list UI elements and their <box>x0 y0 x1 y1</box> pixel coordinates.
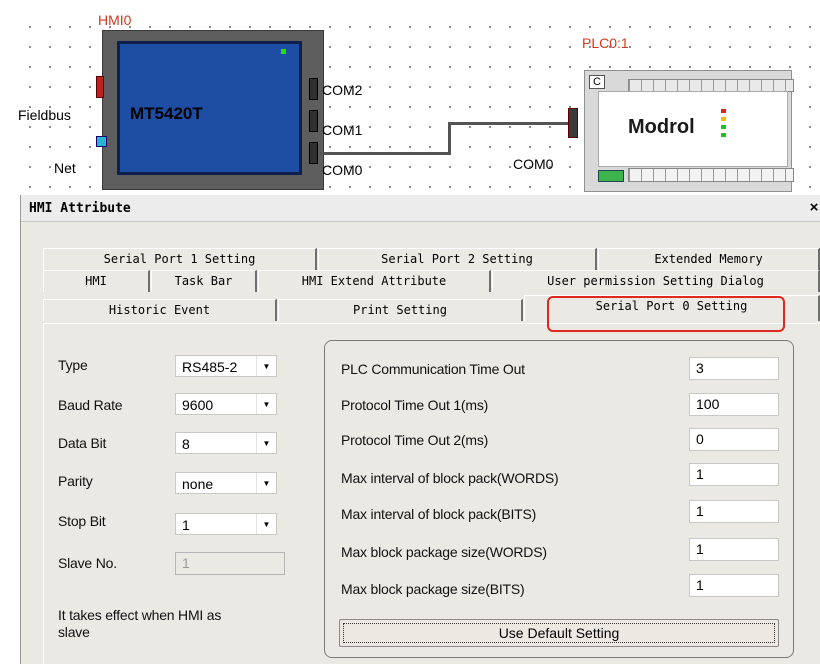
focus-rect <box>343 623 775 643</box>
design-canvas[interactable]: HMI0 MT5420T Fieldbus Net COM2 COM1 COM0… <box>16 12 820 194</box>
baud-rate-select[interactable]: 9600 ▼ <box>175 393 277 415</box>
chevron-down-icon[interactable]: ▼ <box>256 514 276 534</box>
com0-label: COM0 <box>322 162 363 178</box>
stop-bit-value: 1 <box>182 517 190 533</box>
slave-note-line1: It takes effect when HMI as <box>58 607 222 623</box>
data-bit-select[interactable]: 8 ▼ <box>175 432 277 454</box>
hmi-attribute-dialog: HMI Attribute × Serial Port 1 Setting Se… <box>20 195 820 664</box>
protocol-timeout-1-field[interactable]: 100 <box>689 393 779 416</box>
parity-select[interactable]: none ▼ <box>175 472 277 494</box>
slave-no-field: 1 <box>175 552 285 575</box>
tab-row: HMI Task Bar HMI Extend Attribute User p… <box>43 270 820 292</box>
tab-task-bar[interactable]: Task Bar <box>151 270 257 292</box>
chevron-down-icon[interactable]: ▼ <box>256 356 276 376</box>
hmi-name-label: HMI0 <box>98 12 132 28</box>
hmi-model-label: MT5420T <box>130 104 203 123</box>
plc-com-port-icon[interactable] <box>568 108 578 138</box>
parity-value: none <box>182 476 214 492</box>
close-icon[interactable]: × <box>807 200 820 216</box>
cable-segment <box>448 124 451 155</box>
type-label: Type <box>58 357 88 373</box>
block-interval-bits-field[interactable]: 1 <box>689 500 779 523</box>
plc-led-icon <box>721 109 726 113</box>
block-size-words-label: Max block package size(WORDS) <box>341 544 547 560</box>
fieldbus-port-icon[interactable] <box>96 76 104 98</box>
tab-serial-port-2[interactable]: Serial Port 2 Setting <box>318 248 597 270</box>
stop-bit-label: Stop Bit <box>58 513 106 529</box>
hmi-status-led <box>281 49 286 54</box>
plc-led-icon <box>721 133 726 137</box>
chevron-down-icon[interactable]: ▼ <box>256 433 276 453</box>
plc-led-icon <box>721 125 726 129</box>
type-select[interactable]: RS485-2 ▼ <box>175 355 277 377</box>
tab-hmi[interactable]: HMI <box>43 270 150 292</box>
protocol-timeout-2-field[interactable]: 0 <box>689 428 779 451</box>
com0-port-icon[interactable] <box>309 142 318 164</box>
tab-serial-port-1[interactable]: Serial Port 1 Setting <box>43 248 317 270</box>
block-interval-words-label: Max interval of block pack(WORDS) <box>341 470 559 486</box>
plc-timeout-label: PLC Communication Time Out <box>341 361 525 377</box>
plc-connector-icon <box>598 170 624 182</box>
block-size-bits-field[interactable]: 1 <box>689 574 779 597</box>
stop-bit-select[interactable]: 1 ▼ <box>175 513 277 535</box>
block-size-words-field[interactable]: 1 <box>689 538 779 561</box>
tab-historic-event[interactable]: Historic Event <box>43 299 277 321</box>
data-bit-label: Data Bit <box>58 435 107 451</box>
tab-hmi-extend-attribute[interactable]: HMI Extend Attribute <box>258 270 491 292</box>
net-port-icon[interactable] <box>96 136 107 147</box>
fieldbus-label: Fieldbus <box>18 107 71 123</box>
com2-label: COM2 <box>322 82 363 98</box>
com1-label: COM1 <box>322 122 363 138</box>
chevron-down-icon[interactable]: ▼ <box>256 394 276 414</box>
tab-row: Serial Port 1 Setting Serial Port 2 Sett… <box>43 248 820 270</box>
block-interval-words-field[interactable]: 1 <box>689 463 779 486</box>
plc-timeout-field[interactable]: 3 <box>689 357 779 380</box>
block-size-bits-label: Max block package size(BITS) <box>341 581 525 597</box>
com1-port-icon[interactable] <box>309 110 318 132</box>
tab-print-setting[interactable]: Print Setting <box>278 299 523 321</box>
slave-no-label: Slave No. <box>58 555 117 571</box>
chevron-down-icon[interactable]: ▼ <box>256 473 276 493</box>
active-tab-highlight <box>547 296 785 332</box>
slave-note-line2: slave <box>58 624 90 640</box>
timeout-settings-group <box>324 340 794 658</box>
protocol-timeout-1-label: Protocol Time Out 1(ms) <box>341 397 489 413</box>
type-value: RS485-2 <box>182 359 238 375</box>
cable-segment <box>448 122 572 125</box>
baud-rate-label: Baud Rate <box>58 397 123 413</box>
plc-brand-label: Modrol <box>628 116 695 138</box>
net-label: Net <box>54 160 76 176</box>
block-interval-bits-label: Max interval of block pack(BITS) <box>341 506 537 522</box>
plc-terminal-strip <box>628 168 794 182</box>
dialog-titlebar[interactable]: HMI Attribute × <box>21 195 820 222</box>
plc-com0-label: COM0 <box>513 156 554 172</box>
baud-rate-value: 9600 <box>182 397 214 413</box>
tab-extended-memory[interactable]: Extended Memory <box>598 248 820 270</box>
plc-name-label: PLC0:1 <box>582 35 629 51</box>
dialog-title: HMI Attribute <box>29 201 131 216</box>
use-default-setting-button[interactable]: Use Default Setting <box>339 619 779 647</box>
com2-port-icon[interactable] <box>309 78 318 100</box>
protocol-timeout-2-label: Protocol Time Out 2(ms) <box>341 432 489 448</box>
parity-label: Parity <box>58 473 93 489</box>
plc-c-icon: C <box>589 75 605 89</box>
data-bit-value: 8 <box>182 436 190 452</box>
plc-led-icon <box>721 117 726 121</box>
cable-segment <box>320 152 450 155</box>
tab-user-permission[interactable]: User permission Setting Dialog <box>492 270 820 292</box>
